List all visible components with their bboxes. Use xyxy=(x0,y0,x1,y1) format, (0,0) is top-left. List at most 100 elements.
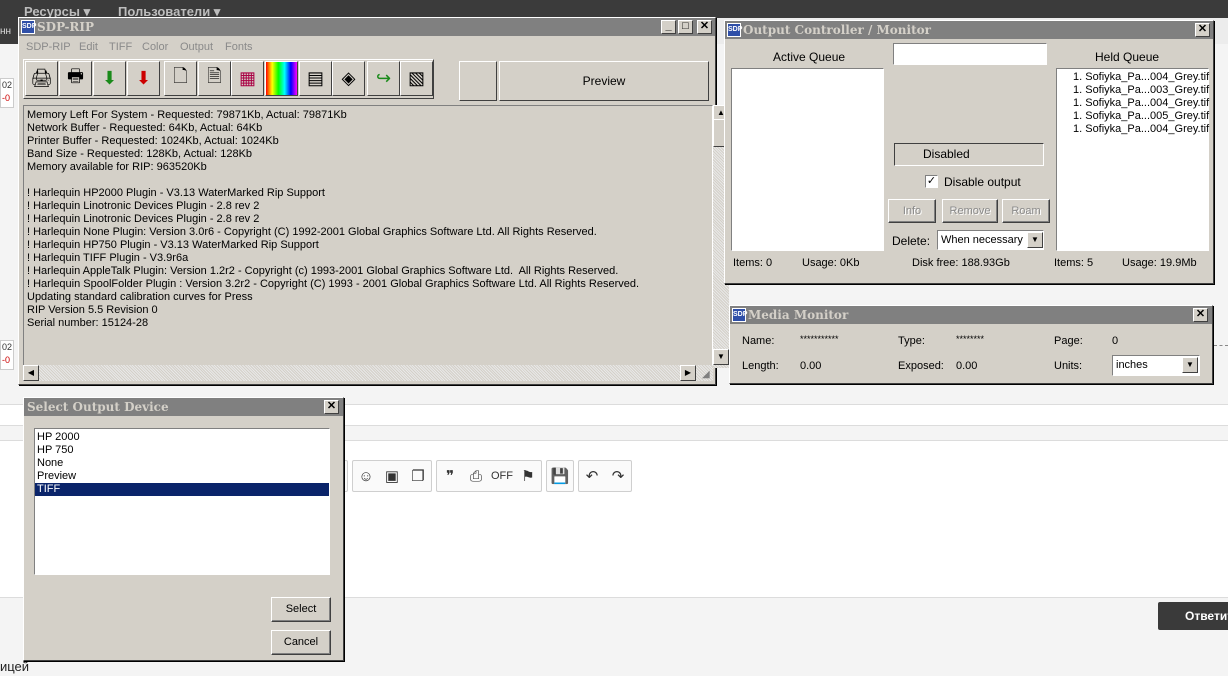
close-icon[interactable]: ✕ xyxy=(697,20,712,34)
remove-button[interactable]: Remove xyxy=(942,199,998,223)
calibration-icon[interactable] xyxy=(265,61,298,96)
held-queue-item[interactable]: 1. Sofiyka_Pa...004_Grey.tif xyxy=(1071,71,1209,84)
close-icon[interactable]: ✕ xyxy=(324,400,339,414)
side-note-text: 02 xyxy=(2,80,13,90)
off-icon[interactable]: OFF xyxy=(489,470,515,482)
stop-icon[interactable]: ⬇ xyxy=(127,61,160,96)
held-queue-item[interactable]: 1. Sofiyka_Pa...004_Grey.tif xyxy=(1071,97,1209,110)
device-list-item[interactable]: None xyxy=(35,457,329,470)
held-queue-item[interactable]: 1. Sofiyka_Pa...005_Grey.tif xyxy=(1071,110,1209,123)
resize-grip-icon[interactable]: ◢ xyxy=(702,369,710,380)
select-button[interactable]: Select xyxy=(271,597,331,622)
active-items-count: Items: 0 xyxy=(733,257,773,269)
minimize-icon[interactable]: _ xyxy=(661,20,676,34)
menu-output[interactable]: Output xyxy=(180,41,213,53)
active-queue-list[interactable] xyxy=(731,68,884,251)
save-icon[interactable]: 💾 xyxy=(547,467,573,485)
page-icon[interactable]: 🗎 xyxy=(198,61,231,96)
dialog-title: Select Output Device xyxy=(27,400,169,414)
held-queue-item[interactable]: 1. Sofiyka_Pa...004_Grey.tif xyxy=(1071,123,1209,136)
app-icon: SDP xyxy=(21,20,36,34)
length-label: Length: xyxy=(742,360,779,372)
dashed-divider xyxy=(1214,345,1228,346)
device-list-item[interactable]: Preview xyxy=(35,470,329,483)
log-line: Network Buffer - Requested: 64Kb, Actual… xyxy=(27,122,263,134)
chevron-down-icon[interactable]: ▼ xyxy=(1182,357,1198,373)
type-value: ******** xyxy=(956,334,985,344)
page-setup-icon[interactable]: 🗋 xyxy=(164,61,197,96)
queue-filter-input[interactable] xyxy=(893,43,1047,65)
toolbar-group: ☺ ▣ ❐ xyxy=(352,460,432,492)
device-list-item[interactable]: HP 2000 xyxy=(35,431,329,444)
delete-policy-select[interactable]: When necessary ▼ xyxy=(937,230,1044,250)
printer-icon[interactable]: 🖶 xyxy=(59,61,92,96)
gallery-icon[interactable]: ❐ xyxy=(405,467,431,485)
scroll-left-icon[interactable]: ◀ xyxy=(23,365,39,381)
layers-icon[interactable]: ◈ xyxy=(332,61,365,96)
status-indicator[interactable]: Disabled xyxy=(894,143,1044,166)
close-icon[interactable]: ✕ xyxy=(1193,308,1208,322)
side-note: 02 -0 xyxy=(0,340,14,370)
info-button[interactable]: Info xyxy=(888,199,936,223)
sdp-rip-titlebar[interactable]: SDP SDP-RIP _ □ ✕ xyxy=(19,18,715,36)
select-output-device-dialog: Select Output Device ✕ HP 2000 HP 750 None… xyxy=(23,397,344,661)
active-usage: Usage: 0Kb xyxy=(802,257,860,269)
log-line: Band Size - Requested: 128Kb, Actual: 12… xyxy=(27,148,253,160)
output-controller-titlebar[interactable]: SDP Output Controller / Monitor ✕ xyxy=(725,21,1213,39)
side-note-text: 02 xyxy=(2,342,13,352)
units-value: inches xyxy=(1116,359,1148,371)
side-note-count: -0 xyxy=(2,93,11,103)
cancel-button[interactable]: Cancel xyxy=(271,630,331,655)
menu-color[interactable]: Color xyxy=(142,41,168,53)
window-title: SDP-RIP xyxy=(37,20,95,34)
undo-icon[interactable]: ↶ xyxy=(579,467,605,485)
flag-icon[interactable]: ⚑ xyxy=(515,467,541,485)
menu-edit[interactable]: Edit xyxy=(79,41,98,53)
device-list-item[interactable]: TIFF xyxy=(35,483,329,496)
preview-thumbnail[interactable] xyxy=(459,61,497,101)
reply-button[interactable]: Ответить xyxy=(1158,602,1228,630)
media-icon[interactable]: ▧ xyxy=(400,61,433,96)
film-icon[interactable]: ▤ xyxy=(299,61,332,96)
units-select[interactable]: inches ▼ xyxy=(1112,355,1200,376)
held-queue-list[interactable]: 1. Sofiyka_Pa...004_Grey.tif 1. Sofiyka_P… xyxy=(1056,68,1209,251)
open-icon[interactable]: 🖨 xyxy=(25,61,58,96)
delete-policy-value: When necessary xyxy=(941,234,1023,246)
menu-fonts[interactable]: Fonts xyxy=(225,41,253,53)
held-usage: Usage: 19.9Mb xyxy=(1122,257,1197,269)
log-line: RIP Version 5.5 Revision 0 xyxy=(27,304,158,316)
device-list-item[interactable]: HP 750 xyxy=(35,444,329,457)
quote-icon[interactable]: ❞ xyxy=(437,467,463,485)
menu-tiff[interactable]: TIFF xyxy=(109,41,132,53)
log-line: Printer Buffer - Requested: 1024Kb, Actu… xyxy=(27,135,279,147)
roam-button[interactable]: Roam xyxy=(1002,199,1050,223)
image-icon[interactable]: ▣ xyxy=(379,467,405,485)
scroll-right-icon[interactable]: ▶ xyxy=(680,365,696,381)
disable-output-checkbox[interactable]: ✓ xyxy=(925,175,938,188)
exposed-label: Exposed: xyxy=(898,360,944,372)
color-setup-icon[interactable]: ▦ xyxy=(231,61,264,96)
preview-button[interactable]: Preview xyxy=(499,61,709,101)
code-icon[interactable]: ⎙ xyxy=(463,468,489,485)
side-note-count: -0 xyxy=(2,355,11,365)
scroll-down-icon[interactable]: ▼ xyxy=(713,349,729,365)
disable-output-label: Disable output xyxy=(944,175,1021,189)
redo-icon[interactable]: ↷ xyxy=(605,467,631,485)
page-value: 0 xyxy=(1112,335,1119,347)
log-line: Memory Left For System - Requested: 7987… xyxy=(27,109,347,121)
device-list[interactable]: HP 2000 HP 750 None Preview TIFF xyxy=(34,428,330,575)
smile-icon[interactable]: ☺ xyxy=(353,468,379,485)
select-device-titlebar[interactable]: Select Output Device ✕ xyxy=(24,398,343,416)
start-icon[interactable]: ⬇ xyxy=(93,61,126,96)
exposed-value: 0.00 xyxy=(956,360,978,372)
maximize-icon[interactable]: □ xyxy=(678,20,693,34)
output-queue-icon[interactable]: ↪ xyxy=(367,61,400,96)
chevron-down-icon[interactable]: ▼ xyxy=(1027,232,1043,248)
held-queue-item[interactable]: 1. Sofiyka_Pa...003_Grey.tif xyxy=(1071,84,1209,97)
log-line: ! Harlequin Linotronic Devices Plugin - … xyxy=(27,200,260,212)
close-icon[interactable]: ✕ xyxy=(1195,23,1210,37)
log-horizontal-scrollbar[interactable]: ◀ ▶ xyxy=(23,365,713,381)
menu-sdp-rip[interactable]: SDP-RIP xyxy=(26,41,71,53)
media-monitor-titlebar[interactable]: SDP Media Monitor ✕ xyxy=(730,306,1212,324)
